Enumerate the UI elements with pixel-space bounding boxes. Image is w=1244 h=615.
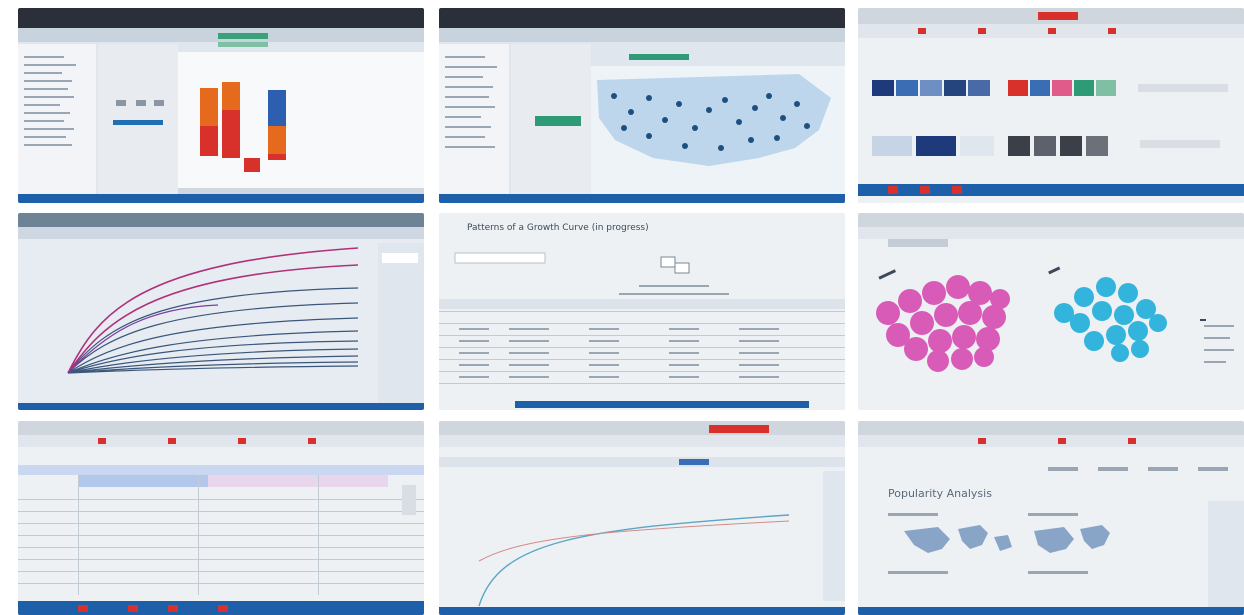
- bar-1-bottom: [200, 126, 218, 156]
- spreadsheet-screen: [18, 421, 424, 615]
- tile-line-curves: [18, 213, 424, 410]
- tile-spreadsheet: [18, 421, 424, 615]
- curves-screen: [18, 213, 424, 410]
- worldmap-screen: [858, 421, 1244, 615]
- gallery-screen: [858, 8, 1244, 203]
- taskbar: [18, 194, 424, 203]
- center-tile-title: Patterns of a Growth Curve (in progress): [467, 223, 649, 233]
- growth-screen: [439, 421, 845, 615]
- bar-1-top: [200, 88, 218, 128]
- tile-bubble-clusters: [858, 213, 1244, 410]
- tile-world-map-dashboard: Popularity Analysis: [858, 421, 1244, 615]
- bubbles-screen: [858, 213, 1244, 410]
- tile-bar-chart-desktop: [18, 8, 424, 203]
- tile-growth-curve: [439, 421, 845, 615]
- table-screen: [439, 213, 845, 410]
- bar-chart-screen: [18, 8, 424, 203]
- tile-browser-gallery: [858, 8, 1244, 203]
- tile-us-map-desktop: [439, 8, 845, 203]
- bottom-right-title: Popularity Analysis: [888, 487, 992, 500]
- us-map-screen: [439, 8, 845, 203]
- tile-data-table: Patterns of a Growth Curve (in progress): [439, 213, 845, 410]
